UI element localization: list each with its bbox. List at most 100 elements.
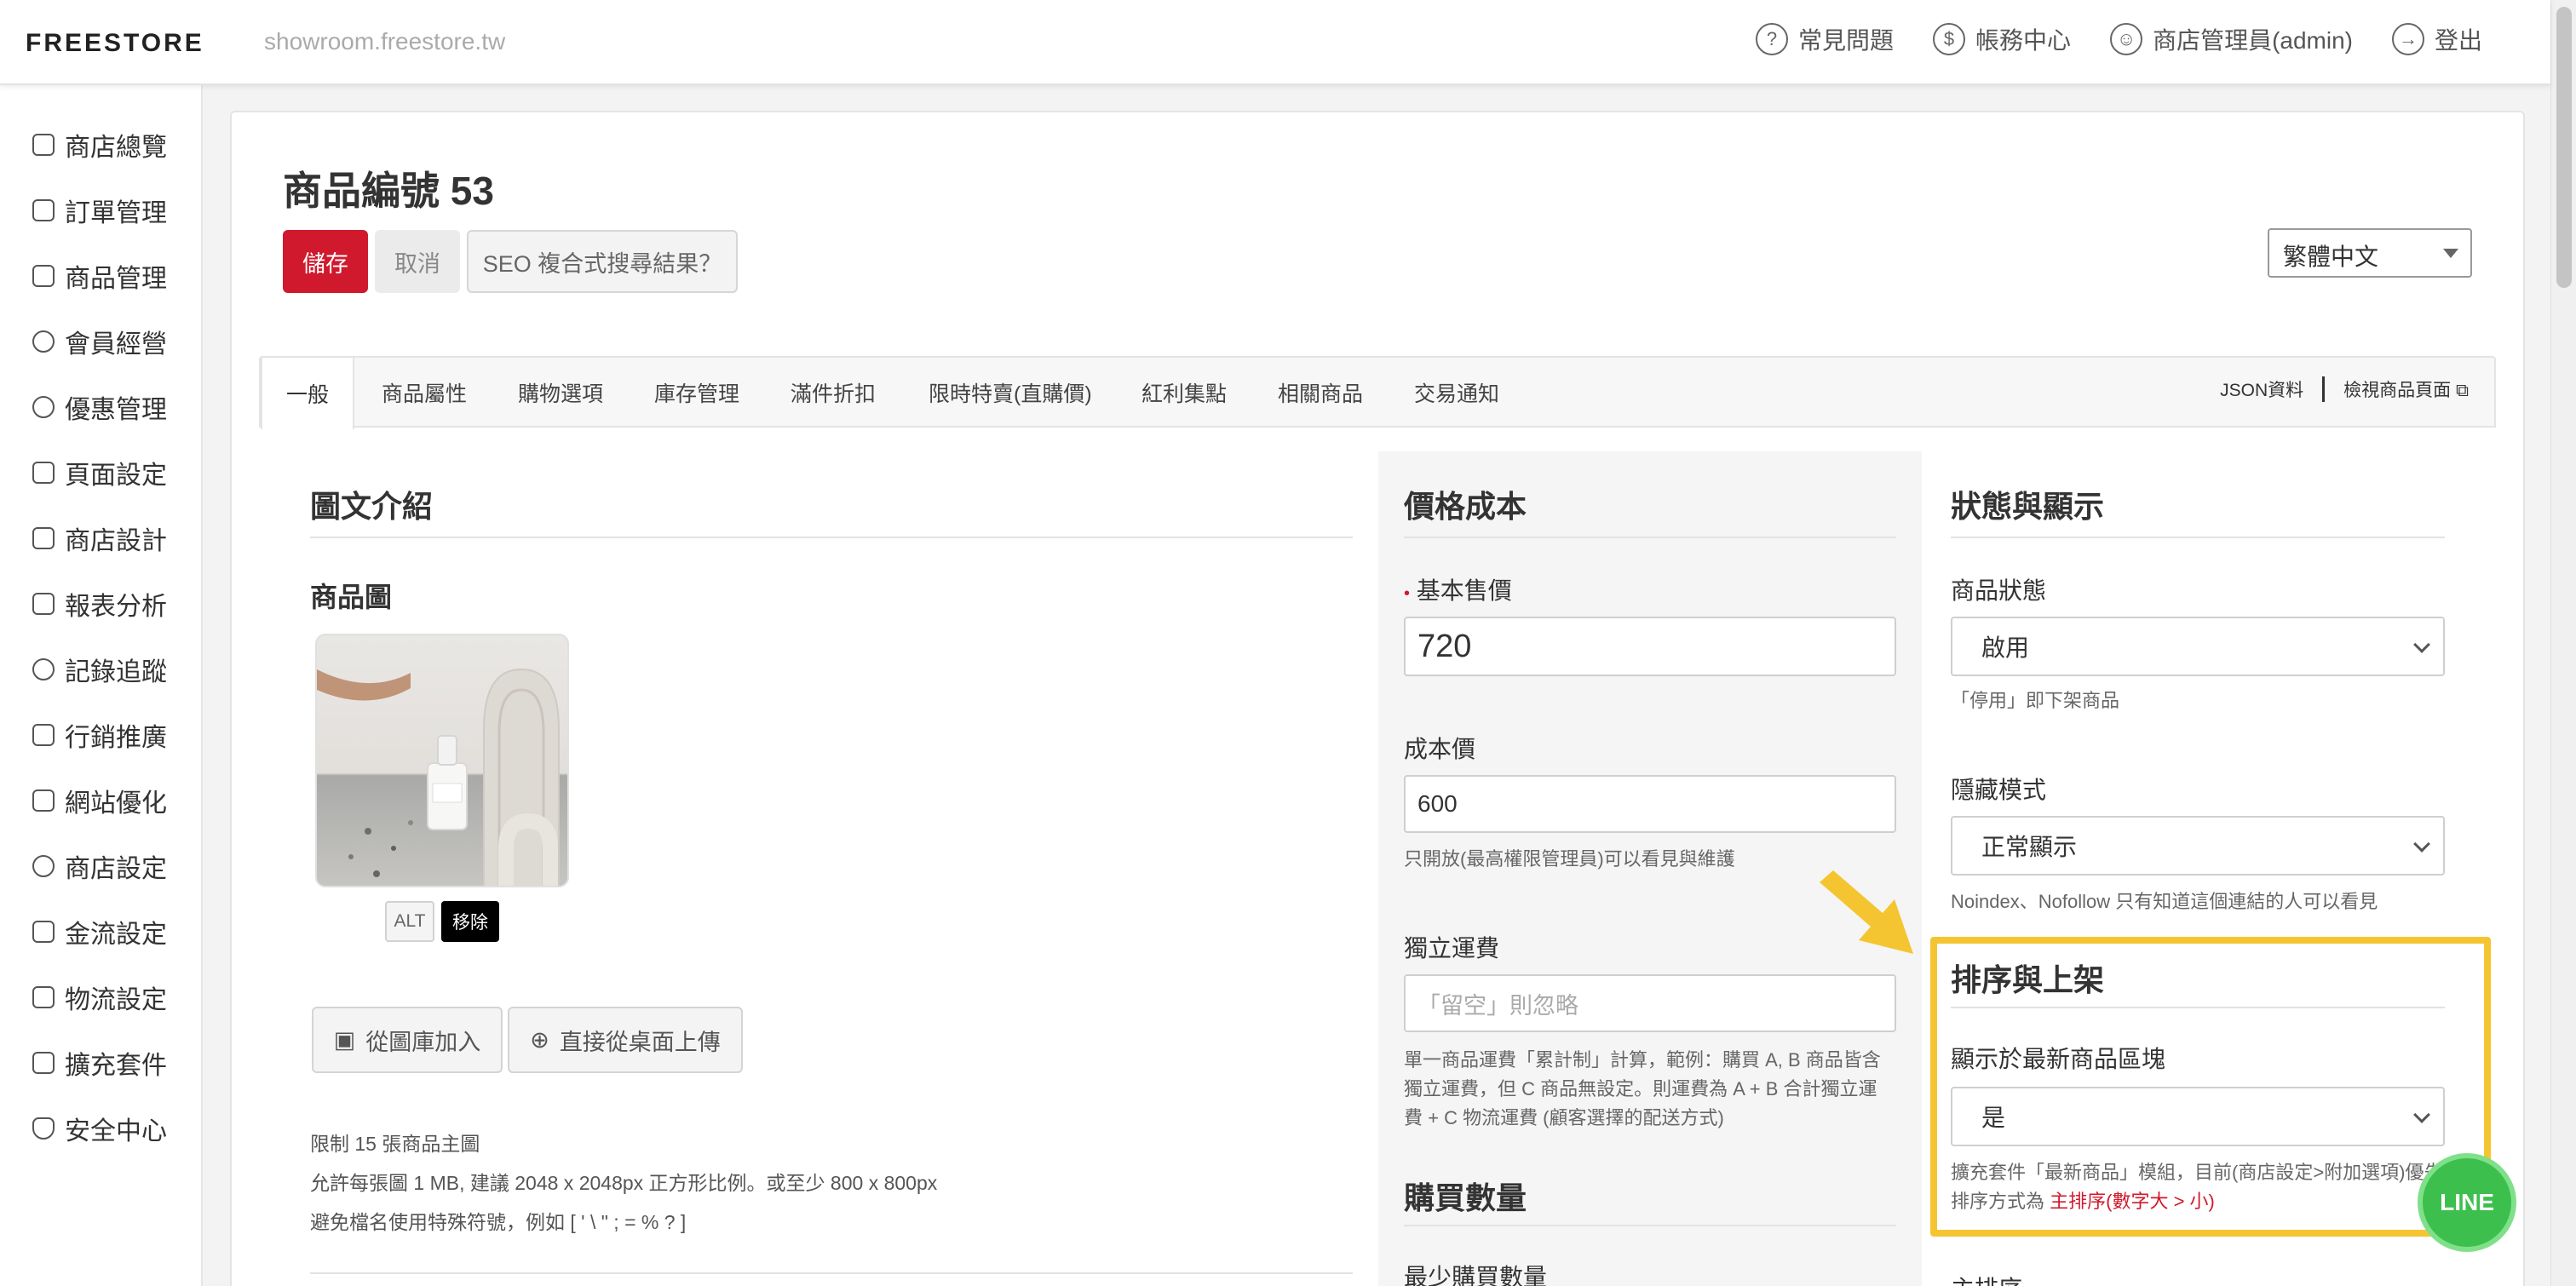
badge-icon xyxy=(32,396,55,418)
page-scrollbar[interactable] xyxy=(2550,0,2576,1286)
link-divider xyxy=(2322,376,2326,402)
tab-inventory[interactable]: 庫存管理 xyxy=(654,358,739,428)
hidden-mode-select[interactable]: 正常顯示 xyxy=(1951,816,2445,876)
sidebar-item-seo[interactable]: 網站優化 xyxy=(32,782,167,819)
main-sort-label: 主排序 xyxy=(1951,1271,2022,1286)
divider xyxy=(310,537,1353,538)
annotation-arrow-icon xyxy=(1820,870,1913,954)
gear-icon xyxy=(32,855,55,877)
sidebar-item-products[interactable]: 商品管理 xyxy=(32,257,167,295)
paint-icon xyxy=(32,527,55,549)
freestore-logo[interactable]: FREESTORE xyxy=(26,29,204,58)
external-link-icon: ⧉ xyxy=(2456,381,2469,400)
hidden-mode-label: 隱藏模式 xyxy=(1951,777,2047,803)
top-bar: FREESTORE showroom.freestore.tw ? 常見問題 $ 帳… xyxy=(0,0,2550,85)
user-icon: ☺ xyxy=(2110,23,2143,55)
cost-price-label: 成本價 xyxy=(1404,736,1476,762)
product-image-thumbnail[interactable] xyxy=(315,634,569,887)
store-domain: showroom.freestore.tw xyxy=(264,28,506,55)
hidden-mode-help: Noindex、Nofollow 只有知道這個連結的人可以看見 xyxy=(1951,891,2378,912)
page-title: 商品編號 53 xyxy=(283,169,494,213)
cancel-button[interactable]: 取消 xyxy=(375,230,460,293)
product-status-help: 「停用」即下架商品 xyxy=(1951,690,2120,711)
min-quantity-label: 最少購買數量 xyxy=(1404,1264,1548,1286)
sidebar-item-reports[interactable]: 報表分析 xyxy=(32,585,167,623)
tab-quantity-discount[interactable]: 滿件折扣 xyxy=(791,358,876,428)
sidebar-item-extensions[interactable]: 擴充套件 xyxy=(32,1044,167,1082)
line-chat-button[interactable]: LINE xyxy=(2418,1153,2516,1252)
view-product-page-link[interactable]: 檢視商品頁面 ⧉ xyxy=(2343,376,2469,402)
sidebar-item-settings[interactable]: 商店設定 xyxy=(32,847,167,885)
card-icon xyxy=(32,921,55,943)
faq-link[interactable]: ? 常見問題 xyxy=(1756,22,1894,56)
required-mark: • xyxy=(1404,584,1411,603)
json-data-link[interactable]: JSON資料 xyxy=(2220,376,2303,402)
sidebar-item-payment[interactable]: 金流設定 xyxy=(32,913,167,950)
sidebar-item-tracking[interactable]: 記錄追蹤 xyxy=(32,651,167,688)
product-photo xyxy=(317,668,560,886)
tab-related-products[interactable]: 相關商品 xyxy=(1278,358,1363,428)
cost-price-help: 只開放(最高權限管理員)可以看見與維護 xyxy=(1404,848,1735,870)
basket-icon xyxy=(32,199,55,221)
top-nav: ? 常見問題 $ 帳務中心 ☺ 商店管理員(admin) → 登出 xyxy=(1756,22,2482,56)
shipping-fee-help: 單一商品運費「累計制」計算，範例：購買 A, B 商品皆含 獨立運費，但 C 商… xyxy=(1404,1049,1881,1128)
sidebar-item-marketing[interactable]: 行銷推廣 xyxy=(32,716,167,754)
divider xyxy=(1951,537,2445,538)
tab-flash-sale[interactable]: 限時特賣(直購價) xyxy=(929,358,1092,428)
page-icon xyxy=(32,462,55,484)
product-status-label: 商品狀態 xyxy=(1951,577,2047,604)
sidebar-item-security[interactable]: 安全中心 xyxy=(32,1110,167,1147)
shipping-fee-label: 獨立運費 xyxy=(1404,935,1500,962)
status-section-title: 狀態與顯示 xyxy=(1951,489,2105,524)
sidebar-item-design[interactable]: 商店設計 xyxy=(32,520,167,557)
intro-section-title: 圖文介紹 xyxy=(310,489,434,524)
logout-link[interactable]: → 登出 xyxy=(2391,22,2482,56)
tab-purchase-options[interactable]: 購物選項 xyxy=(518,358,603,428)
product-image-label: 商品圖 xyxy=(310,582,393,612)
base-price-label: • 基本售價 xyxy=(1404,577,1512,604)
product-status-select[interactable]: 啟用 xyxy=(1951,617,2445,676)
sidebar-item-promotions[interactable]: 優惠管理 xyxy=(32,388,167,426)
alt-button[interactable]: ALT xyxy=(385,901,434,942)
admin-link[interactable]: ☺ 商店管理員(admin) xyxy=(2110,22,2353,56)
shield-icon xyxy=(32,1117,55,1140)
remove-image-button[interactable]: 移除 xyxy=(441,901,499,942)
target-icon xyxy=(32,658,55,680)
sidebar-item-pages[interactable]: 頁面設定 xyxy=(32,454,167,491)
sidebar-item-members[interactable]: 會員經營 xyxy=(32,323,167,360)
caret-down-icon xyxy=(2443,249,2458,258)
image-notes: 限制 15 張商品主圖 允許每張圖 1 MB, 建議 2048 x 2048px… xyxy=(310,1133,938,1233)
grid-icon xyxy=(32,134,55,156)
image-icon: ▣ xyxy=(333,1026,356,1053)
scrollbar-thumb[interactable] xyxy=(2556,7,2572,288)
sidebar-item-orders[interactable]: 訂單管理 xyxy=(32,192,167,229)
divider xyxy=(1404,537,1896,538)
tab-bonus-points[interactable]: 紅利集點 xyxy=(1141,358,1227,428)
divider xyxy=(310,1272,1353,1274)
chevron-down-icon xyxy=(2413,636,2430,653)
tab-notifications[interactable]: 交易通知 xyxy=(1414,358,1499,428)
chevron-down-icon xyxy=(2413,835,2430,853)
product-tabs: 一般 商品屬性 購物選項 庫存管理 滿件折扣 限時特賣(直購價) 紅利集點 相關… xyxy=(259,356,2496,429)
tab-general[interactable]: 一般 xyxy=(261,358,355,429)
plugin-icon xyxy=(32,1052,55,1074)
base-price-input[interactable]: 720 xyxy=(1404,617,1896,676)
save-button[interactable]: 儲存 xyxy=(283,230,368,293)
person-icon xyxy=(32,330,55,353)
price-section-title: 價格成本 xyxy=(1404,489,1527,524)
shipping-fee-input[interactable]: 「留空」則忽略 xyxy=(1404,974,1896,1032)
chart-icon xyxy=(32,593,55,615)
question-icon: ? xyxy=(1756,23,1789,55)
seo-rich-results-button[interactable]: SEO 複合式搜尋結果？ xyxy=(467,230,738,293)
upload-from-desktop-button[interactable]: ⊕ 直接從桌面上傳 xyxy=(508,1007,743,1073)
cost-price-input[interactable]: 600 xyxy=(1404,775,1896,833)
truck-icon xyxy=(32,986,55,1008)
dollar-icon: $ xyxy=(1933,23,1966,55)
tab-attributes[interactable]: 商品屬性 xyxy=(382,358,467,428)
plus-circle-icon: ⊕ xyxy=(530,1026,549,1053)
sidebar-item-logistics[interactable]: 物流設定 xyxy=(32,979,167,1016)
add-from-library-button[interactable]: ▣ 從圖庫加入 xyxy=(312,1007,503,1073)
billing-link[interactable]: $ 帳務中心 xyxy=(1933,22,2071,56)
sidebar-item-overview[interactable]: 商店總覽 xyxy=(32,126,167,164)
language-select[interactable]: 繁體中文 xyxy=(2268,228,2472,278)
